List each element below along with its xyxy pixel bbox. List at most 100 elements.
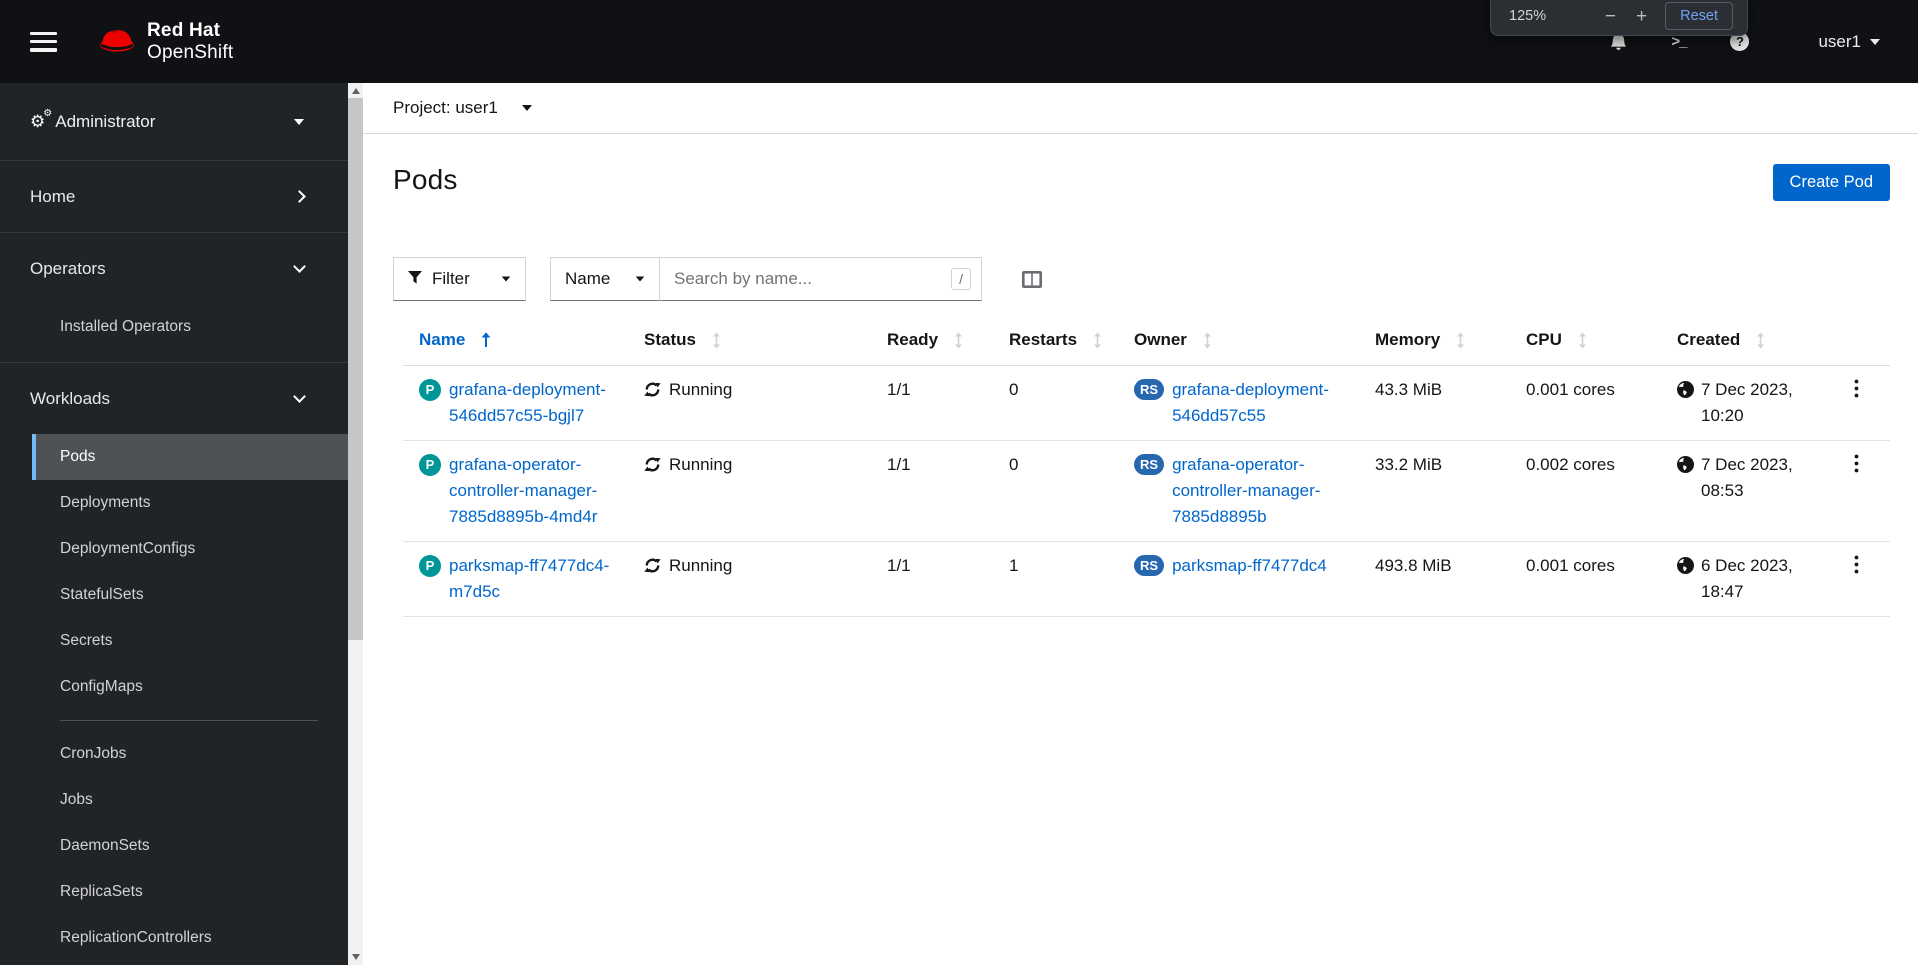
- zoom-out-button[interactable]: −: [1601, 7, 1620, 26]
- globe-icon: [1677, 456, 1694, 473]
- user-menu[interactable]: user1: [1818, 32, 1880, 52]
- column-header-cpu[interactable]: CPU: [1510, 317, 1661, 366]
- caret-down-icon: [521, 105, 532, 111]
- username: user1: [1818, 31, 1861, 51]
- cpu-cell: 0.001 cores: [1510, 365, 1661, 441]
- column-header-status[interactable]: Status: [628, 317, 871, 366]
- filter-funnel-icon: [408, 269, 422, 289]
- chevron-down-icon: [293, 390, 306, 403]
- column-header-ready[interactable]: Ready: [871, 317, 993, 366]
- main-content: Project: user1 Pods Create Pod Filter Na…: [363, 83, 1918, 965]
- columns-icon: [1022, 270, 1042, 288]
- toolbar: Filter Name /: [393, 257, 1918, 301]
- sidebar-item-replicasets[interactable]: ReplicaSets: [32, 869, 348, 915]
- sidebar-item-replicationcontrollers[interactable]: ReplicationControllers: [32, 915, 348, 961]
- column-header-owner[interactable]: Owner: [1118, 317, 1359, 366]
- running-sync-icon: [644, 382, 661, 397]
- sidebar-item-daemonsets[interactable]: DaemonSets: [32, 823, 348, 869]
- kebab-menu[interactable]: [1844, 452, 1869, 478]
- sidebar-item-pods[interactable]: Pods: [32, 434, 348, 480]
- sort-icon: [1093, 332, 1102, 349]
- sort-ascending-icon: [481, 332, 491, 348]
- search-input[interactable]: [674, 269, 946, 289]
- sort-icon: [712, 332, 721, 349]
- project-selector-label: Project: user1: [393, 98, 498, 117]
- sidebar-section-label: Operators: [30, 258, 106, 278]
- sidebar-item-secrets[interactable]: Secrets: [32, 618, 348, 664]
- filter-dropdown[interactable]: Filter: [393, 257, 526, 301]
- perspective-switcher[interactable]: ⚙ Administrator: [0, 83, 348, 161]
- zoom-level: 125%: [1509, 8, 1547, 24]
- ready-cell: 1/1: [871, 365, 993, 441]
- restarts-cell: 0: [993, 440, 1118, 542]
- page-scrollbar[interactable]: [348, 83, 363, 965]
- redhat-openshift-logo: Red Hat OpenShift: [96, 20, 233, 63]
- pod-link[interactable]: parksmap-ff7477dc4-m7d5c: [449, 553, 612, 605]
- side-navigation: ⚙ Administrator Home Operators Installed…: [0, 83, 348, 965]
- column-header-name[interactable]: Name: [403, 317, 628, 366]
- kebab-menu[interactable]: [1844, 553, 1869, 579]
- scrollbar-thumb[interactable]: [348, 98, 363, 640]
- caret-down-icon: [635, 276, 645, 282]
- project-bar: Project: user1: [363, 83, 1918, 134]
- sidebar-section-label: Workloads: [30, 388, 110, 408]
- sidebar-item-installed-operators[interactable]: Installed Operators: [32, 304, 348, 350]
- owner-link[interactable]: grafana-deployment-546dd57c55: [1172, 377, 1343, 429]
- column-header-restarts[interactable]: Restarts: [993, 317, 1118, 366]
- sidebar-item-statefulsets[interactable]: StatefulSets: [32, 572, 348, 618]
- sort-icon: [1578, 332, 1587, 349]
- pod-link[interactable]: grafana-operator-controller-manager-7885…: [449, 452, 612, 530]
- globe-icon: [1677, 381, 1694, 398]
- project-selector[interactable]: Project: user1: [393, 98, 532, 118]
- chevron-down-icon: [293, 260, 306, 273]
- masthead: Red Hat OpenShift >_ ? user1 125% − + Re…: [0, 0, 1918, 83]
- scroll-up-icon[interactable]: [351, 88, 360, 94]
- pod-badge: P: [419, 555, 441, 577]
- create-pod-button[interactable]: Create Pod: [1772, 164, 1890, 201]
- cpu-cell: 0.002 cores: [1510, 440, 1661, 542]
- owner-link[interactable]: grafana-operator-controller-manager-7885…: [1172, 452, 1343, 530]
- sort-icon: [1756, 332, 1765, 349]
- pod-badge: P: [419, 379, 441, 401]
- sidebar-item-jobs[interactable]: Jobs: [32, 777, 348, 823]
- pod-row: P grafana-deployment-546dd57c55-bgjl7 Ru…: [403, 365, 1890, 441]
- sidebar-item-deploymentconfigs[interactable]: DeploymentConfigs: [32, 526, 348, 572]
- running-sync-icon: [644, 457, 661, 472]
- perspective-label: Administrator: [55, 111, 156, 131]
- pods-table: Name Status Ready Restarts Owner Memory …: [403, 317, 1890, 617]
- created-timestamp: 6 Dec 2023, 18:47: [1701, 556, 1793, 601]
- search-attribute-label: Name: [565, 269, 611, 288]
- zoom-in-button[interactable]: +: [1632, 7, 1651, 26]
- search-attribute-dropdown[interactable]: Name: [550, 257, 660, 301]
- column-header-memory[interactable]: Memory: [1359, 317, 1510, 366]
- replicaset-badge: RS: [1134, 454, 1165, 475]
- running-sync-icon: [644, 558, 661, 573]
- status-text: Running: [669, 380, 733, 399]
- brand-name: Red Hat: [147, 20, 221, 42]
- sort-icon: [1456, 332, 1465, 349]
- sidebar-section-workloads[interactable]: Workloads: [0, 363, 348, 434]
- gears-icon: ⚙: [30, 109, 53, 130]
- sidebar-item-home[interactable]: Home: [0, 161, 348, 232]
- pod-row: P parksmap-ff7477dc4-m7d5c Running 1/1 1…: [403, 541, 1890, 617]
- status-text: Running: [669, 556, 733, 575]
- hamburger-icon[interactable]: [30, 31, 57, 52]
- sidebar-section-operators[interactable]: Operators: [0, 233, 348, 304]
- replicaset-badge: RS: [1134, 379, 1165, 400]
- zoom-reset-button[interactable]: Reset: [1665, 2, 1733, 30]
- sidebar-item-cronjobs[interactable]: CronJobs: [32, 731, 348, 777]
- pod-link[interactable]: grafana-deployment-546dd57c55-bgjl7: [449, 377, 612, 429]
- ready-cell: 1/1: [871, 541, 993, 617]
- manage-columns-button[interactable]: [1022, 257, 1042, 301]
- divider: [60, 720, 318, 721]
- owner-link[interactable]: parksmap-ff7477dc4: [1172, 553, 1327, 579]
- globe-icon: [1677, 557, 1694, 574]
- shortcut-hint: /: [951, 268, 971, 290]
- column-header-created[interactable]: Created: [1661, 317, 1828, 366]
- sidebar-item-deployments[interactable]: Deployments: [32, 480, 348, 526]
- scroll-down-icon[interactable]: [351, 954, 360, 960]
- sort-icon: [954, 332, 963, 349]
- caret-down-icon: [501, 276, 511, 282]
- sidebar-item-configmaps[interactable]: ConfigMaps: [32, 664, 348, 710]
- kebab-menu[interactable]: [1844, 377, 1869, 403]
